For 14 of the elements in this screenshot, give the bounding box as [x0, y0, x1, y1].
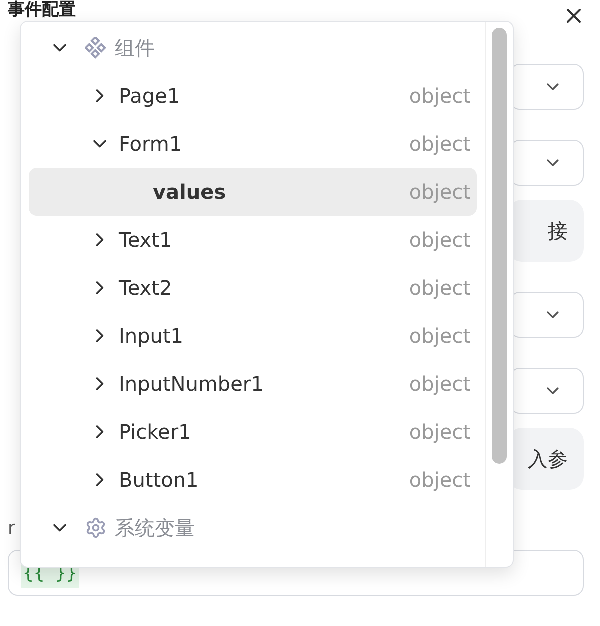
- tree-item[interactable]: Text1 object: [29, 216, 477, 264]
- tree-item[interactable]: Page1 object: [29, 72, 477, 120]
- field-label: r: [8, 518, 16, 539]
- diamonds-icon: [85, 37, 107, 59]
- panel-title: 事件配置: [8, 0, 76, 20]
- tree-item[interactable]: Picker1 object: [29, 408, 477, 456]
- settings-icon: [85, 517, 107, 539]
- tree-item[interactable]: Form1 object: [29, 120, 477, 168]
- tree-item[interactable]: InputNumber1 object: [29, 360, 477, 408]
- scrollbar-thumb[interactable]: [492, 28, 507, 464]
- tree-item[interactable]: Input1 object: [29, 312, 477, 360]
- tree-item[interactable]: values object: [29, 168, 477, 216]
- tree-item[interactable]: Button1 object: [29, 456, 477, 504]
- tree-item[interactable]: Text2 object: [29, 264, 477, 312]
